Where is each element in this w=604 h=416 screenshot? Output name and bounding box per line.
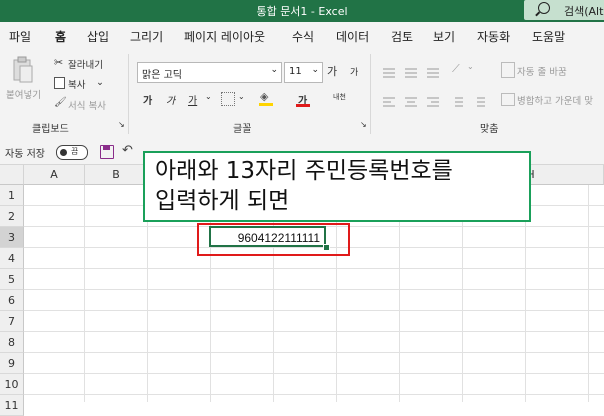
- wrap-text-icon: [501, 62, 515, 78]
- annotation-box: 아래와 13자리 주민등록번호를 입력하게 되면: [143, 151, 531, 222]
- chevron-down-icon: ⌄: [270, 65, 278, 75]
- tab-page-layout[interactable]: 페이지 레이아웃: [184, 28, 265, 45]
- window-title: 통합 문서1 - Excel: [256, 5, 348, 18]
- row-header[interactable]: 5: [0, 269, 24, 290]
- gridline: [24, 268, 604, 269]
- tab-view[interactable]: 보기: [433, 28, 455, 45]
- increase-indent-icon[interactable]: [472, 93, 486, 112]
- tab-formulas[interactable]: 수식: [292, 28, 314, 45]
- ribbon-home: 붙여넣기 ✂ 잘라내기 복사 ⌄ 🖌 서식 복사 클립보드 ↘ 맑은 고딕 ⌄ …: [0, 48, 604, 141]
- tab-review[interactable]: 검토: [391, 28, 413, 45]
- cut-button[interactable]: 잘라내기: [68, 57, 103, 71]
- tab-file[interactable]: 파일: [9, 28, 31, 45]
- ribbon-tabs: 파일 홈 삽입 그리기 페이지 레이아웃 수식 데이터 검토 보기 자동화 도움…: [0, 22, 604, 51]
- grow-font-button[interactable]: 가: [327, 63, 337, 79]
- copy-icon: [54, 77, 65, 89]
- gridline: [24, 310, 604, 311]
- tab-draw[interactable]: 그리기: [130, 28, 163, 45]
- merge-center-icon: [501, 93, 515, 106]
- borders-dropdown-icon[interactable]: ⌄: [238, 92, 245, 101]
- select-all-corner[interactable]: [0, 165, 24, 185]
- gridline: [588, 185, 589, 402]
- autosave-label: 자동 저장: [5, 149, 45, 160]
- paste-button[interactable]: 붙여넣기: [6, 87, 41, 101]
- title-bar: 통합 문서1 - Excel 검색(Alt: [0, 0, 604, 22]
- gridline: [24, 331, 604, 332]
- row-header[interactable]: 4: [0, 248, 24, 269]
- clipboard-launcher-icon[interactable]: ↘: [118, 120, 125, 129]
- underline-button[interactable]: 가: [188, 92, 197, 107]
- align-bottom-icon[interactable]: [426, 64, 440, 83]
- gridline: [24, 289, 604, 290]
- merge-center-button[interactable]: 병합하고 가운데 맞: [517, 93, 593, 107]
- paste-icon[interactable]: [12, 56, 34, 84]
- shrink-font-button[interactable]: 가: [350, 65, 358, 78]
- font-color-bar: [296, 104, 310, 107]
- search-box[interactable]: 검색(Alt: [524, 0, 604, 20]
- gridline: [84, 185, 85, 402]
- row-header[interactable]: 7: [0, 311, 24, 332]
- column-header[interactable]: A: [24, 165, 85, 185]
- row-header[interactable]: 9: [0, 353, 24, 374]
- separator: [370, 54, 371, 134]
- gridline: [24, 352, 604, 353]
- separator: [128, 54, 129, 134]
- orientation-dropdown-icon[interactable]: ⌄: [467, 62, 474, 71]
- align-right-icon[interactable]: [426, 93, 440, 112]
- gridline: [24, 394, 604, 395]
- row-header[interactable]: 1: [0, 185, 24, 206]
- italic-button[interactable]: 가: [166, 92, 175, 107]
- format-painter-button[interactable]: 서식 복사: [68, 98, 106, 112]
- highlight-box: [197, 223, 350, 256]
- autosave-state: 끔: [71, 147, 79, 156]
- fill-color-bar: [259, 103, 273, 106]
- font-size-box[interactable]: 11 ⌄: [284, 62, 323, 83]
- tab-home[interactable]: 홈: [55, 28, 67, 51]
- row-header[interactable]: 8: [0, 332, 24, 353]
- row-header[interactable]: 10: [0, 374, 24, 395]
- toggle-knob: [60, 149, 67, 156]
- search-icon: [538, 2, 550, 14]
- alignment-group-label: 맞춤: [480, 124, 499, 135]
- font-group-label: 글꼴: [233, 124, 252, 135]
- gridline: [24, 373, 604, 374]
- underline-dropdown-icon[interactable]: ⌄: [205, 92, 212, 101]
- bold-button[interactable]: 가: [143, 92, 152, 107]
- row-header[interactable]: 6: [0, 290, 24, 311]
- save-icon[interactable]: [100, 145, 114, 159]
- clipboard-group-label: 클립보드: [32, 124, 69, 135]
- format-painter-icon: 🖌: [54, 97, 67, 108]
- font-name-box[interactable]: 맑은 고딕 ⌄: [137, 62, 282, 83]
- align-top-icon[interactable]: [382, 64, 396, 83]
- align-left-icon[interactable]: [382, 93, 396, 112]
- align-center-icon[interactable]: [404, 93, 418, 112]
- font-name-value: 맑은 고딕: [142, 70, 182, 81]
- fill-color-icon[interactable]: ◈: [260, 90, 268, 103]
- align-middle-icon[interactable]: [404, 64, 418, 83]
- phonetic-button[interactable]: 내천: [333, 92, 346, 102]
- column-header[interactable]: B: [85, 165, 148, 185]
- tab-automate[interactable]: 자동화: [477, 28, 510, 45]
- autosave-toggle[interactable]: 끔: [56, 145, 88, 160]
- wrap-text-button[interactable]: 자동 줄 바꿈: [517, 64, 567, 78]
- font-launcher-icon[interactable]: ↘: [360, 120, 367, 129]
- annotation-line-2: 입력하게 되면: [155, 188, 290, 214]
- tab-data[interactable]: 데이터: [336, 28, 369, 45]
- row-header[interactable]: 3: [0, 227, 24, 248]
- undo-icon[interactable]: ↶: [122, 143, 133, 158]
- orientation-icon[interactable]: ⟋: [452, 62, 460, 76]
- decrease-indent-icon[interactable]: [450, 93, 464, 112]
- scissors-icon: ✂: [54, 56, 64, 69]
- tab-insert[interactable]: 삽입: [87, 28, 109, 45]
- row-header[interactable]: 2: [0, 206, 24, 227]
- copy-button[interactable]: 복사: [68, 77, 85, 91]
- borders-icon[interactable]: [221, 92, 235, 106]
- search-label: 검색(Alt: [564, 5, 604, 18]
- copy-dropdown-icon[interactable]: ⌄: [96, 77, 104, 88]
- chevron-down-icon: ⌄: [311, 65, 319, 75]
- font-size-value: 11: [289, 66, 302, 77]
- tab-help[interactable]: 도움말: [532, 28, 565, 45]
- annotation-line-1: 아래와 13자리 주민등록번호를: [155, 158, 453, 184]
- row-header[interactable]: 11: [0, 395, 24, 416]
